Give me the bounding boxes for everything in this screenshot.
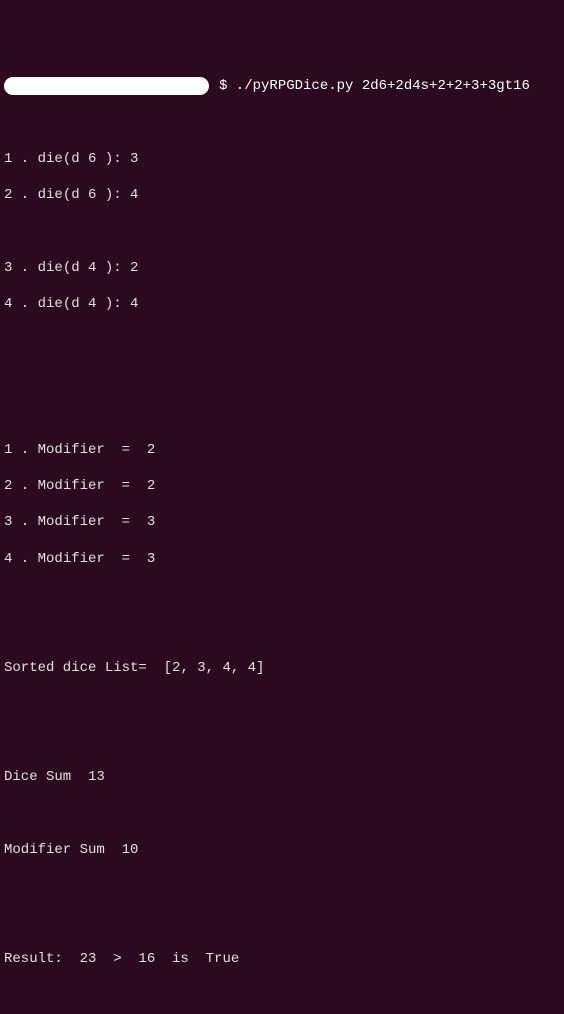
redacted-user-host <box>4 77 209 95</box>
prompt-symbol: $ <box>219 77 227 95</box>
mod-index: 4 . <box>4 551 38 567</box>
sorted-value: [2, 3, 4, 4] <box>155 660 264 676</box>
blank-line <box>4 913 560 931</box>
die-value: 4 <box>130 296 138 312</box>
dice-sum-value: 13 <box>80 769 105 785</box>
die-label: die(d 4 ): <box>38 260 130 276</box>
sorted-label: Sorted dice List= <box>4 660 155 676</box>
sorted-list-line: Sorted dice List= [2, 3, 4, 4] <box>4 659 560 677</box>
die-value: 3 <box>130 151 138 167</box>
command-text: ./pyRPGDice.py 2d6+2d4s+2+2+3+3gt16 <box>227 77 529 95</box>
blank-line <box>4 804 560 822</box>
die-roll-line: 4 . die(d 4 ): 4 <box>4 295 560 313</box>
result-value: 23 > 16 is True <box>71 951 239 967</box>
die-roll-line: 1 . die(d 6 ): 3 <box>4 150 560 168</box>
result-line: Result: 23 > 16 is True <box>4 950 560 968</box>
die-roll-line: 3 . die(d 4 ): 2 <box>4 259 560 277</box>
die-value: 4 <box>130 187 138 203</box>
blank-line <box>4 622 560 640</box>
die-index: 3 . <box>4 260 38 276</box>
blank-line <box>4 986 560 1004</box>
mod-label: Modifier = <box>38 551 147 567</box>
modifier-line: 4 . Modifier = 3 <box>4 550 560 568</box>
die-roll-line: 2 . die(d 6 ): 4 <box>4 186 560 204</box>
dice-sum-line: Dice Sum 13 <box>4 768 560 786</box>
mod-index: 3 . <box>4 514 38 530</box>
modifier-line: 1 . Modifier = 2 <box>4 441 560 459</box>
die-label: die(d 6 ): <box>38 151 130 167</box>
blank-line <box>4 368 560 386</box>
blank-line <box>4 586 560 604</box>
die-index: 4 . <box>4 296 38 312</box>
blank-line <box>4 222 560 240</box>
blank-line <box>4 113 560 131</box>
mod-index: 1 . <box>4 442 38 458</box>
modifier-line: 2 . Modifier = 2 <box>4 477 560 495</box>
mod-label: Modifier = <box>38 514 147 530</box>
die-index: 1 . <box>4 151 38 167</box>
blank-line <box>4 732 560 750</box>
die-index: 2 . <box>4 187 38 203</box>
die-label: die(d 6 ): <box>38 187 130 203</box>
mod-value: 3 <box>147 514 155 530</box>
mod-sum-value: 10 <box>113 842 138 858</box>
result-label: Result: <box>4 951 71 967</box>
die-label: die(d 4 ): <box>38 296 130 312</box>
mod-label: Modifier = <box>38 442 147 458</box>
mod-label: Modifier = <box>38 478 147 494</box>
blank-line <box>4 695 560 713</box>
mod-value: 2 <box>147 442 155 458</box>
blank-line <box>4 404 560 422</box>
prompt-line-1: $ ./pyRPGDice.py 2d6+2d4s+2+2+3+3gt16 <box>4 77 560 95</box>
die-value: 2 <box>130 260 138 276</box>
blank-line <box>4 877 560 895</box>
mod-sum-label: Modifier Sum <box>4 842 113 858</box>
blank-line <box>4 331 560 349</box>
dice-sum-label: Dice Sum <box>4 769 80 785</box>
mod-sum-line: Modifier Sum 10 <box>4 841 560 859</box>
mod-value: 2 <box>147 478 155 494</box>
modifier-line: 3 . Modifier = 3 <box>4 513 560 531</box>
mod-index: 2 . <box>4 478 38 494</box>
mod-value: 3 <box>147 551 155 567</box>
